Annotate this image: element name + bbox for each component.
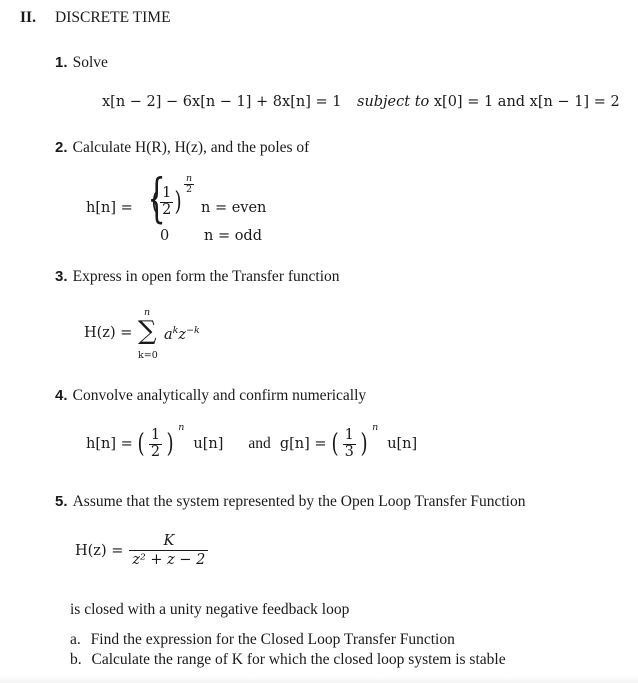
problem-1-heading: 1. Solve bbox=[55, 52, 108, 72]
connector-and: and bbox=[248, 435, 271, 453]
h-z-lhs: H(z) = bbox=[84, 325, 133, 341]
sum-term: akz−k bbox=[164, 325, 200, 343]
h-fraction-denominator: 2 bbox=[148, 443, 163, 460]
problem-instruction: Calculate H(R), H(z), and the poles of bbox=[72, 139, 310, 156]
problem-instruction: Assume that the system represented by th… bbox=[72, 493, 526, 510]
h-lhs: h[n] = bbox=[86, 200, 133, 216]
subitem-label: b. bbox=[70, 651, 82, 668]
problem-number: 4. bbox=[55, 387, 68, 404]
g-fraction-numerator: 1 bbox=[344, 427, 354, 443]
section-title: DISCRETE TIME bbox=[55, 9, 171, 26]
condition-prefix: subject to bbox=[357, 94, 430, 110]
problem-4-heading: 4. Convolve analytically and confirm num… bbox=[55, 385, 366, 405]
h-lhs: h[n] = bbox=[86, 436, 133, 453]
fraction-numerator: 1 bbox=[162, 185, 172, 201]
g-lhs: g[n] = bbox=[279, 436, 327, 453]
piecewise-case-1: (1 2) bbox=[151, 185, 183, 218]
page-bottom-edge bbox=[0, 675, 638, 683]
g-unit-step: u[n] bbox=[387, 436, 418, 453]
section-numeral: II. bbox=[20, 9, 36, 26]
h-exponent: n bbox=[178, 422, 185, 433]
problem-instruction: Convolve analytically and confirm numeri… bbox=[72, 387, 367, 404]
term-exponent-neg-k: −k bbox=[186, 325, 200, 336]
term-base-a: a bbox=[164, 326, 173, 343]
case-2-value: 0 bbox=[160, 228, 170, 244]
fraction-denominator: 2 bbox=[160, 201, 174, 218]
problem-number: 2. bbox=[55, 139, 68, 156]
subitem-text: Find the expression for the Closed Loop … bbox=[90, 631, 455, 648]
subitem-b: b. Calculate the range of K for which th… bbox=[70, 651, 506, 669]
initial-conditions: x[0] = 1 and x[n − 1] = 2 bbox=[433, 94, 620, 110]
problem-number: 3. bbox=[55, 268, 68, 285]
problem-instruction: Solve bbox=[72, 54, 108, 71]
case-1-condition: n = even bbox=[201, 200, 267, 216]
problem-number: 1. bbox=[55, 54, 68, 71]
problem-5-heading: 5. Assume that the system represented by… bbox=[55, 491, 525, 511]
feedback-statement: is closed with a unity negative feedback… bbox=[70, 601, 350, 618]
subitem-label: a. bbox=[70, 631, 81, 648]
g-fraction-denominator: 3 bbox=[342, 443, 356, 460]
subitem-text: Calculate the range of K for which the c… bbox=[91, 651, 506, 668]
problem-number: 5. bbox=[55, 493, 68, 510]
term-base-z: z bbox=[178, 326, 187, 343]
problem-3-heading: 3. Express in open form the Transfer fun… bbox=[55, 266, 340, 286]
problem-2-heading: 2. Calculate H(R), H(z), and the poles o… bbox=[55, 137, 309, 157]
sum-lower-limit: k=0 bbox=[138, 350, 158, 361]
g-exponent: n bbox=[372, 422, 379, 433]
tf-denominator: z² + z − 2 bbox=[129, 549, 209, 569]
h-unit-step: u[n] bbox=[193, 436, 224, 453]
problem-1-condition: subject to x[0] = 1 and x[n − 1] = 2 bbox=[357, 94, 620, 110]
h-fraction-numerator: 1 bbox=[150, 427, 161, 443]
subitem-a: a. Find the expression for the Closed Lo… bbox=[70, 631, 455, 649]
exponent-numerator: n bbox=[186, 173, 193, 184]
h-z-lhs: H(z) = bbox=[75, 543, 124, 560]
problem-1-equation: x[n − 2] − 6x[n − 1] + 8x[n] = 1 bbox=[102, 94, 341, 110]
tf-numerator: K bbox=[163, 533, 175, 549]
summation-symbol: ∑ bbox=[138, 316, 157, 346]
case-2-condition: n = odd bbox=[204, 228, 262, 244]
exponent-denominator: 2 bbox=[184, 184, 195, 196]
problem-instruction: Express in open form the Transfer functi… bbox=[72, 268, 340, 285]
difference-equation: x[n − 2] − 6x[n − 1] + 8x[n] = 1 bbox=[102, 94, 342, 110]
exponent-fraction: n2 bbox=[184, 173, 195, 196]
problem-4-equations: h[n] = (1 2) n u[n] and g[n] = (1 3) n u[n… bbox=[86, 422, 418, 460]
open-loop-tf: H(z) = Kz² + z − 2 bbox=[75, 533, 209, 569]
